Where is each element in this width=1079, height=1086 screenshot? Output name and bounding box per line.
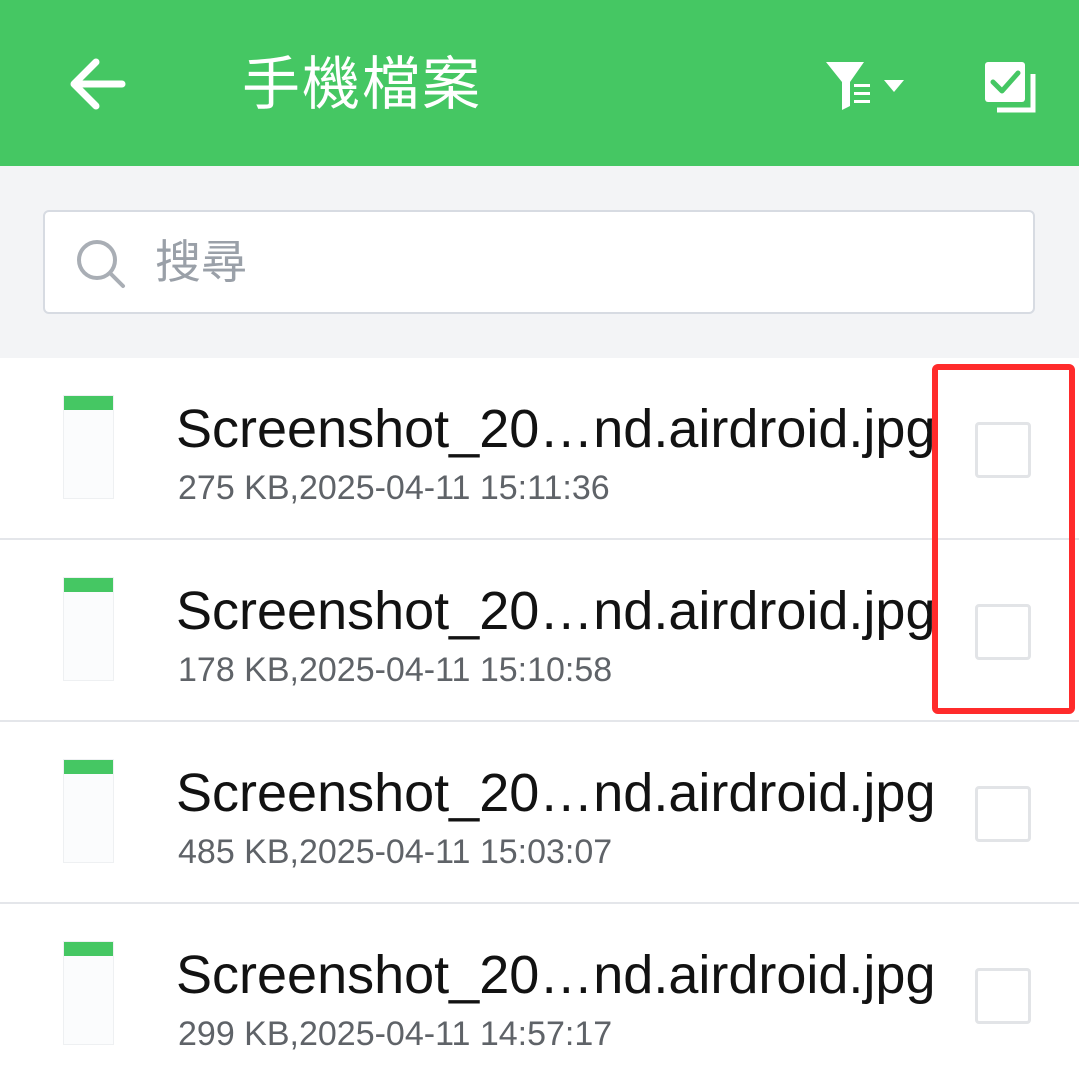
list-item[interactable]: Screenshot_20…nd.airdroid.jpg 299 KB,202… [0, 904, 1079, 1086]
filter-button[interactable] [818, 50, 918, 120]
file-meta: 178 KB,2025-04-11 15:10:58 [178, 651, 613, 689]
file-name: Screenshot_20…nd.airdroid.jpg [176, 399, 936, 459]
file-thumbnail [64, 942, 113, 1044]
back-button[interactable] [52, 40, 140, 128]
search-box[interactable] [43, 210, 1035, 314]
search-input[interactable] [155, 224, 1015, 300]
page-title: 手機檔案 [242, 50, 483, 118]
file-meta: 485 KB,2025-04-11 15:03:07 [178, 833, 613, 871]
app-bar: 手機檔案 [0, 0, 1079, 166]
filter-list-icon [826, 62, 904, 110]
file-checkbox[interactable] [975, 422, 1031, 478]
file-thumbnail [64, 396, 113, 498]
file-name: Screenshot_20…nd.airdroid.jpg [176, 763, 936, 823]
file-checkbox[interactable] [975, 968, 1031, 1024]
list-item[interactable]: Screenshot_20…nd.airdroid.jpg 485 KB,202… [0, 722, 1079, 904]
file-name: Screenshot_20…nd.airdroid.jpg [176, 945, 936, 1005]
search-icon [77, 240, 125, 288]
file-checkbox[interactable] [975, 786, 1031, 842]
file-thumbnail [64, 760, 113, 862]
file-checkbox[interactable] [975, 604, 1031, 660]
arrow-left-icon [70, 58, 126, 110]
list-item[interactable]: Screenshot_20…nd.airdroid.jpg 178 KB,202… [0, 540, 1079, 722]
file-name: Screenshot_20…nd.airdroid.jpg [176, 581, 936, 641]
search-area [0, 166, 1079, 358]
file-thumbnail [64, 578, 113, 680]
select-all-button[interactable] [975, 52, 1045, 122]
file-meta: 299 KB,2025-04-11 14:57:17 [178, 1015, 613, 1053]
select-all-checkbox-icon [985, 62, 1036, 113]
file-meta: 275 KB,2025-04-11 15:11:36 [178, 469, 610, 507]
list-item[interactable]: Screenshot_20…nd.airdroid.jpg 275 KB,202… [0, 358, 1079, 540]
